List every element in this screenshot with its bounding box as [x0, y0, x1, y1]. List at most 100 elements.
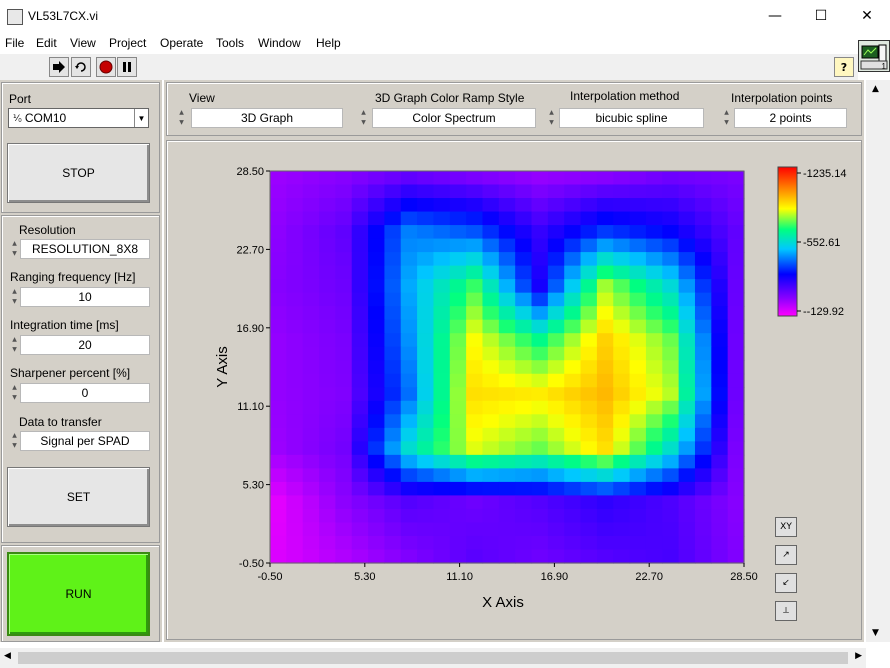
ramp-spinner[interactable]: ▲ ▼	[359, 108, 368, 128]
menu-help[interactable]: Help	[316, 34, 341, 50]
heatmap-cell	[466, 279, 484, 294]
heatmap-cell	[384, 414, 402, 429]
pan-axes-icon[interactable]: ⟂	[775, 601, 797, 621]
scroll-up-icon[interactable]: ▲	[872, 84, 879, 94]
view-spinner[interactable]: ▲ ▼	[177, 108, 186, 128]
heatmap-cell	[727, 481, 745, 497]
heatmap-cell	[400, 211, 418, 226]
integration-field[interactable]: 20	[20, 335, 150, 355]
heatmap-cell	[727, 427, 745, 442]
heatmap-cell	[711, 184, 729, 199]
port-group: Port ⅟₀ COM10 ▼ STOP	[1, 82, 160, 213]
resolution-spinner[interactable]: ▲ ▼	[10, 239, 19, 259]
menu-window[interactable]: Window	[258, 34, 301, 50]
ranging-spinner[interactable]: ▲ ▼	[10, 287, 19, 307]
heatmap-cell	[498, 549, 516, 564]
heatmap-cell	[564, 549, 582, 564]
rotate-zy-icon[interactable]: ↙	[775, 573, 797, 593]
heatmap-cell	[482, 481, 500, 497]
resolution-field[interactable]: RESOLUTION_8X8	[20, 239, 150, 259]
sharpener-field[interactable]: 0	[20, 383, 150, 403]
heatmap-cell	[580, 481, 598, 497]
transfer-label: Data to transfer	[19, 415, 102, 429]
heatmap-cell	[645, 346, 663, 361]
interp-label: Interpolation method	[570, 89, 680, 103]
menu-project[interactable]: Project	[109, 34, 146, 50]
heatmap-cell	[302, 292, 320, 307]
heatmap-cell	[596, 400, 614, 415]
run-button[interactable]: RUN	[7, 552, 150, 636]
scroll-down-icon[interactable]: ▼	[872, 628, 879, 638]
transfer-spinner[interactable]: ▲ ▼	[10, 431, 19, 451]
sharpener-spinner[interactable]: ▲ ▼	[10, 383, 19, 403]
rotate-xz-icon[interactable]: ↗	[775, 545, 797, 565]
pause-icon[interactable]	[117, 57, 137, 77]
heatmap-cell	[335, 319, 353, 334]
heatmap-cell	[351, 279, 369, 294]
port-select[interactable]: ⅟₀ COM10 ▼	[8, 108, 149, 128]
scroll-left-icon[interactable]: ◀	[4, 651, 11, 661]
menu-operate[interactable]: Operate	[160, 34, 203, 50]
horizontal-scrollbar[interactable]: ◀ ▶	[0, 648, 866, 668]
points-spinner[interactable]: ▲ ▼	[722, 108, 731, 128]
run-arrow-icon[interactable]	[49, 57, 69, 77]
ranging-field[interactable]: 10	[20, 287, 150, 307]
heatmap-cell	[417, 211, 435, 226]
heatmap-cell	[531, 279, 549, 294]
scroll-right-icon[interactable]: ▶	[855, 651, 862, 661]
intensity-graph[interactable]: -0.50 5.30 11.10 16.90 22.70 28.50 28.50 22.70…	[167, 141, 861, 639]
heatmap-cell	[449, 292, 467, 307]
transfer-field[interactable]: Signal per SPAD	[20, 431, 150, 451]
heatmap-cell	[662, 373, 680, 388]
menu-view[interactable]: View	[70, 34, 96, 50]
menu-tools[interactable]: Tools	[216, 34, 244, 50]
heatmap-cell	[613, 535, 631, 551]
heatmap-cell	[678, 171, 696, 186]
scroll-thumb[interactable]	[18, 652, 848, 664]
maximize-button[interactable]: ☐	[798, 0, 844, 32]
heatmap-cell	[580, 252, 598, 267]
heatmap-cell	[449, 333, 467, 348]
heatmap-cell	[286, 495, 304, 510]
heatmap-cell	[400, 373, 418, 388]
close-button[interactable]: ✕	[844, 0, 890, 32]
context-help-button[interactable]: ?	[834, 57, 854, 77]
abort-icon[interactable]	[96, 57, 116, 77]
heatmap-cell	[596, 252, 614, 267]
heatmap-cell	[596, 454, 614, 469]
stop-button[interactable]: STOP	[7, 143, 150, 203]
heatmap-cell	[286, 360, 304, 375]
heatmap-cell	[319, 198, 336, 213]
heatmap-cell	[384, 387, 402, 402]
heatmap-cell	[498, 306, 516, 321]
heatmap-cell	[302, 333, 320, 348]
heatmap-cell	[384, 198, 402, 213]
points-field[interactable]: 2 points	[734, 108, 847, 128]
heatmap-cell	[662, 198, 680, 213]
heatmap-cell	[515, 414, 533, 429]
heatmap-cell	[466, 495, 484, 510]
heatmap-cell	[580, 184, 598, 199]
view-field[interactable]: 3D Graph	[191, 108, 343, 128]
zoom-xy-icon[interactable]: XY	[775, 517, 797, 537]
integration-spinner[interactable]: ▲ ▼	[10, 335, 19, 355]
intensity-graph-frame: -0.50 5.30 11.10 16.90 22.70 28.50 28.50 22.70…	[166, 140, 862, 640]
heatmap-cell	[433, 535, 451, 551]
heatmap-cell	[613, 427, 631, 442]
menu-edit[interactable]: Edit	[36, 34, 57, 50]
chevron-down-icon[interactable]: ▼	[134, 109, 148, 127]
run-continuously-icon[interactable]	[71, 57, 91, 77]
interp-field[interactable]: bicubic spline	[559, 108, 704, 128]
heatmap-cell	[351, 346, 369, 361]
ramp-field[interactable]: Color Spectrum	[372, 108, 536, 128]
heatmap-cell	[449, 360, 467, 375]
interp-spinner[interactable]: ▲ ▼	[547, 108, 556, 128]
menu-file[interactable]: File	[5, 34, 24, 50]
heatmap-cell	[498, 508, 516, 524]
heatmap-cell	[449, 508, 467, 524]
vertical-scrollbar[interactable]: ▲ ▼	[866, 80, 890, 642]
set-button[interactable]: SET	[7, 467, 150, 527]
minimize-button[interactable]: —	[752, 0, 798, 32]
heatmap-cell	[286, 481, 304, 497]
heatmap-cell	[711, 211, 729, 226]
